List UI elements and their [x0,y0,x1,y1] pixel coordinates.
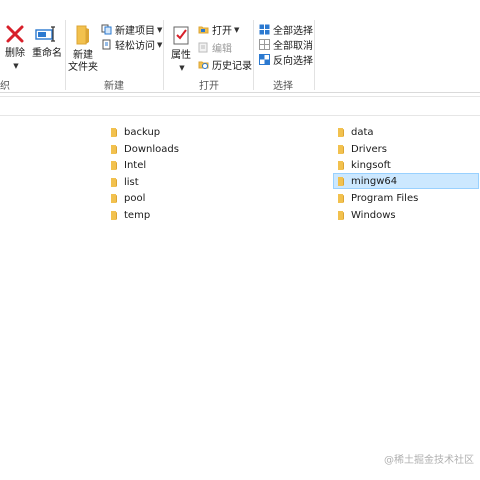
open-folder-icon [198,26,209,34]
folder-name: kingsoft [351,159,391,171]
folder-item[interactable]: Windows [337,207,396,223]
folder-icon [111,127,117,137]
folder-name: data [351,126,374,138]
folder-name: mingw64 [351,175,398,187]
folder-item[interactable]: Downloads [110,141,179,157]
invert-selection-label: 反向选择 [273,56,313,67]
open-button[interactable]: 打开 ▼ [198,22,239,37]
folder-item[interactable]: temp [110,207,150,223]
folder-icon [338,176,344,186]
select-none-button[interactable]: 全部取消 [259,37,313,52]
delete-x-icon [6,25,24,43]
folder-item[interactable]: pool [110,190,145,206]
chevron-down-icon: ▼ [157,40,163,49]
folder-icon [111,144,117,154]
select-all-icon [259,24,270,35]
folder-icon [111,177,117,187]
folder-icon [338,210,344,220]
history-icon [198,61,209,69]
folder-name: Downloads [124,143,179,155]
chevron-down-icon: ▼ [157,25,163,34]
edit-button[interactable]: 编辑 [198,40,232,55]
ribbon-tab-strip [0,0,480,17]
chevron-down-icon: ▼ [234,25,240,34]
folder-name: Drivers [351,143,387,155]
organize-group-label: 织 [0,81,10,92]
folder-name: temp [124,209,151,221]
edit-label: 编辑 [212,44,232,55]
folder-item-selected[interactable]: mingw64 [333,173,479,189]
invert-selection-button[interactable]: 反向选择 [259,52,313,67]
group-separator [314,20,315,90]
new-group-label: 新建 [104,81,124,92]
folder-item[interactable]: kingsoft [337,157,391,173]
delete-label: 删除 [5,48,25,59]
invert-selection-icon [259,54,270,65]
folder-name: Program Files [351,192,419,204]
watermark: @稀土掘金技术社区 [384,455,474,466]
open-label: 打开 [212,26,232,37]
delete-button[interactable]: 删除 ▼ [4,24,26,72]
folder-icon [338,193,344,203]
folder-icon [338,144,344,154]
group-separator [163,20,164,90]
select-all-button[interactable]: 全部选择 [259,22,313,37]
folder-name: Windows [351,209,396,221]
folder-name: Intel [124,159,147,171]
group-separator [65,20,66,90]
new-item-icon [101,24,112,35]
easy-access-label: 轻松访问 [115,41,155,52]
easy-access-icon [102,39,111,50]
folder-icon [76,25,89,45]
new-folder-label-line1: 新建 [73,50,93,61]
address-bar[interactable] [0,96,480,116]
select-none-label: 全部取消 [273,41,313,52]
select-all-label: 全部选择 [273,26,313,37]
folder-icon [338,160,344,170]
rename-label: 重命名 [32,48,62,59]
new-item-button[interactable]: 新建项目 ▼ [101,22,162,37]
edit-icon [198,42,208,53]
properties-button[interactable]: 属性 ▼ [168,24,194,74]
select-none-icon [259,39,270,50]
rename-icon [35,26,55,42]
easy-access-button[interactable]: 轻松访问 ▼ [101,37,162,52]
folder-icon [111,160,117,170]
ribbon: 删除 ▼ 重命名 织 新建 文件夹 新建项目 ▼ 轻松访问 ▼ 新建 属性 ▼ … [0,0,480,93]
properties-label: 属性 [171,50,191,61]
open-group-label: 打开 [199,81,219,92]
rename-button[interactable]: 重命名 [32,24,62,60]
folder-item[interactable]: Drivers [337,141,387,157]
folder-item[interactable]: data [337,124,374,140]
new-folder-label-line2: 文件夹 [68,62,98,73]
folder-icon [111,193,117,203]
folder-item[interactable]: list [110,174,139,190]
folder-name: pool [124,192,146,204]
folder-item[interactable]: backup [110,124,160,140]
history-label: 历史记录 [212,61,252,72]
new-item-label: 新建项目 [115,26,155,37]
folder-item[interactable]: Program Files [337,190,418,206]
chevron-down-icon: ▼ [13,62,19,70]
new-folder-button[interactable]: 新建 文件夹 [68,24,98,74]
properties-check-icon [173,26,189,45]
select-group-label: 选择 [273,81,293,92]
history-button[interactable]: 历史记录 [198,57,252,72]
chevron-down-icon: ▼ [179,64,185,72]
folder-icon [338,127,344,137]
group-separator [253,20,254,90]
folder-name: list [124,176,139,188]
folder-icon [111,210,117,220]
folder-name: backup [124,126,161,138]
folder-item[interactable]: Intel [110,157,146,173]
